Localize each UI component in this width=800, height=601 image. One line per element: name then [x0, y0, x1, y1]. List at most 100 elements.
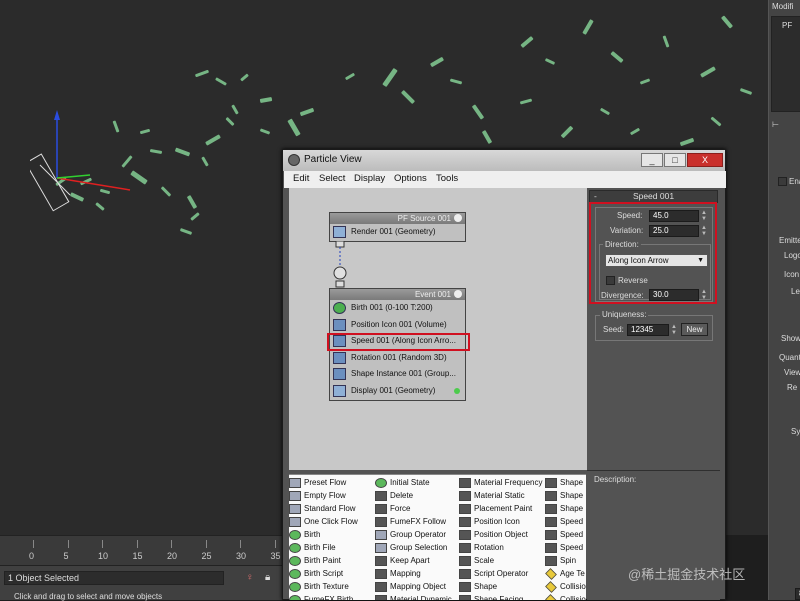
depot-item[interactable]: Keep Apart	[375, 555, 452, 568]
depot-item[interactable]: Mapping Object	[375, 581, 452, 594]
depot-item[interactable]: Mapping	[375, 568, 452, 581]
depot-item[interactable]: Shape	[545, 477, 586, 490]
depot-item[interactable]: Birth Texture	[289, 581, 358, 594]
menu-options[interactable]: Options	[394, 173, 427, 184]
depot-item[interactable]: Speed I	[545, 529, 586, 542]
pf-stack-item[interactable]: PF	[782, 21, 792, 30]
depot-item[interactable]: Delete	[375, 490, 452, 503]
operator-icon	[459, 569, 471, 579]
new-seed-button[interactable]: New	[681, 323, 708, 336]
close-button[interactable]: X	[687, 153, 723, 167]
depot-item[interactable]: Birth	[289, 529, 358, 542]
depot-item[interactable]: Shape I	[545, 490, 586, 503]
depot-item[interactable]: Force	[375, 503, 452, 516]
depot-item[interactable]: Birth Script	[289, 568, 358, 581]
depot-item[interactable]: Material Dynamic	[375, 594, 452, 600]
operator-row[interactable]: Render 001 (Geometry)	[330, 224, 465, 241]
current-frame-field[interactable]: 86	[795, 588, 800, 600]
depot-item[interactable]: Shape	[459, 581, 542, 594]
depot-item[interactable]: Position Icon	[459, 516, 542, 529]
particle-leaf	[194, 69, 210, 78]
depot-item[interactable]: Preset Flow	[289, 477, 358, 490]
depot-item[interactable]: FumeFX Birth	[289, 594, 358, 600]
particle-leaf	[662, 35, 670, 48]
depot-item-label: Shape I	[560, 491, 586, 500]
operator-icon	[545, 556, 557, 566]
operator-icon	[545, 504, 557, 514]
particle-leaf	[582, 19, 594, 35]
position-icon-operator[interactable]: Position Icon 001 (Volume)	[330, 317, 465, 334]
depot-item[interactable]: Initial State	[375, 477, 452, 490]
pf-source-icon-gizmo[interactable]	[30, 100, 140, 220]
depot-item[interactable]: Material Static	[459, 490, 542, 503]
depot-item-label: Birth File	[304, 543, 336, 552]
maximize-button[interactable]: □	[664, 153, 686, 167]
operator-icon	[545, 594, 557, 600]
depot-item[interactable]: Shape I	[545, 503, 586, 516]
depot-item[interactable]: Shape Facing	[459, 594, 542, 600]
depot-item[interactable]: Collisio	[545, 581, 586, 594]
depot-item[interactable]: Birth File	[289, 542, 358, 555]
shape-instance-operator[interactable]: Shape Instance 001 (Group...	[330, 366, 465, 383]
depot-item[interactable]: Birth Paint	[289, 555, 358, 568]
depot-item[interactable]: Script Operator	[459, 568, 542, 581]
modifier-stack[interactable]: PF	[771, 16, 800, 112]
highlight-speed-params	[589, 202, 717, 304]
depot-item[interactable]: Placement Paint	[459, 503, 542, 516]
operator-icon	[289, 569, 301, 579]
depot-item[interactable]: Group Selection	[375, 542, 452, 555]
display-operator[interactable]: Display 001 (Geometry)	[330, 383, 465, 400]
depot-item-label: Shape Facing	[474, 595, 524, 600]
minimize-button[interactable]: _	[641, 153, 663, 167]
seed-spinner-arrows[interactable]: ▲ ▼	[670, 324, 678, 336]
depot-item[interactable]: Rotation	[459, 542, 542, 555]
eye-icon[interactable]	[454, 214, 462, 222]
menu-select[interactable]: Select	[319, 173, 345, 184]
display-color-swatch[interactable]	[454, 387, 460, 394]
depot-item[interactable]: Speed I	[545, 542, 586, 555]
birth-operator[interactable]: Birth 001 (0-100 T:200)	[330, 300, 465, 317]
operator-depot[interactable]: Preset Flow Empty Flow Standard Flow One Cl…	[289, 474, 586, 600]
particle-leaf	[179, 228, 193, 235]
title-bar[interactable]: Particle View _ □ X	[283, 150, 725, 171]
isolate-icon[interactable]: ♀	[246, 572, 254, 583]
particle-leaf	[449, 78, 463, 85]
operator-icon	[375, 569, 387, 579]
depot-item[interactable]: Group Operator	[375, 529, 452, 542]
depot-item[interactable]: FumeFX Follow	[375, 516, 452, 529]
depot-item[interactable]: One Click Flow	[289, 516, 358, 529]
particle-leaf	[519, 98, 533, 105]
depot-item-label: Shape I	[560, 504, 586, 513]
depot-item-label: Birth	[304, 530, 321, 539]
menu-edit[interactable]: Edit	[293, 173, 309, 184]
lock-icon[interactable]: 🔒︎	[265, 572, 270, 583]
operator-icon	[289, 582, 301, 592]
depot-item[interactable]: Collisio	[545, 594, 586, 600]
depot-item[interactable]: Position Object	[459, 529, 542, 542]
particle-leaf	[344, 72, 356, 81]
depot-item[interactable]: Scale	[459, 555, 542, 568]
seed-spinner[interactable]: 12345	[627, 324, 669, 336]
operator-icon	[459, 582, 471, 592]
rotation-operator[interactable]: Rotation 001 (Random 3D)	[330, 350, 465, 367]
depot-item[interactable]: Spin	[545, 555, 586, 568]
time-slider[interactable]: 0 5 10 15 20 25 30 35	[0, 535, 290, 565]
operator-icon	[545, 568, 557, 580]
menu-display[interactable]: Display	[354, 173, 385, 184]
window-title: Particle View	[304, 154, 362, 165]
menu-tools[interactable]: Tools	[436, 173, 458, 184]
depot-item[interactable]: Material Frequency	[459, 477, 542, 490]
operator-icon	[459, 478, 471, 488]
depot-item[interactable]: Empty Flow	[289, 490, 358, 503]
depot-item[interactable]: Age Te	[545, 568, 586, 581]
operator-icon	[545, 478, 557, 488]
pf-source-node[interactable]: PF Source 001 Render 001 (Geometry)	[329, 212, 466, 242]
depot-item[interactable]: Standard Flow	[289, 503, 358, 516]
depot-item[interactable]: Speed	[545, 516, 586, 529]
pin-stack-icon[interactable]: ⊢	[772, 120, 779, 129]
operator-icon	[375, 556, 387, 566]
eye-icon[interactable]	[454, 290, 462, 298]
enable-checkbox[interactable]	[778, 177, 787, 186]
icon-label: Icon	[784, 270, 800, 279]
wire-connector	[333, 241, 347, 288]
